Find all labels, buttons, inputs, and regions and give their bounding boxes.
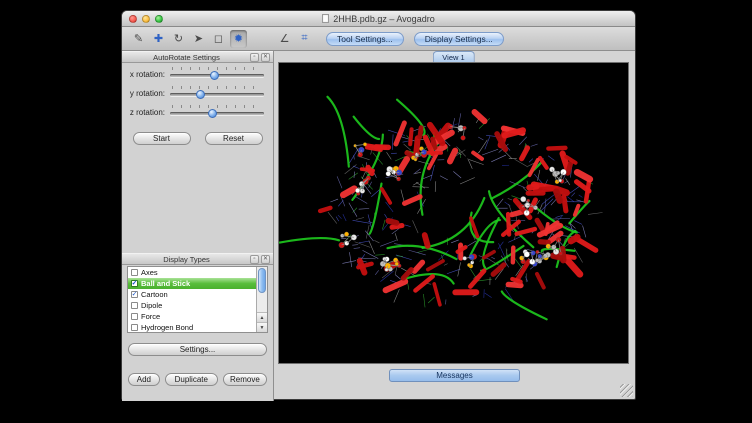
- traffic-lights: [129, 15, 163, 23]
- list-item-label: Axes: [141, 268, 158, 277]
- autorotate-panel-title: AutoRotate Settings: [125, 53, 248, 62]
- list-item-force[interactable]: Force: [128, 311, 256, 322]
- display-settings-button[interactable]: Display Settings...: [414, 32, 504, 46]
- y-rotation-row: y rotation:: [122, 85, 273, 101]
- display-types-panel: Display Types ▫ ✕ Axes ✓ Ball and Stick: [122, 253, 273, 333]
- panel-close-icon[interactable]: ✕: [261, 255, 270, 264]
- zoom-button[interactable]: [155, 15, 163, 23]
- slider-ticks: [172, 86, 262, 89]
- selection-tool-icon[interactable]: ◻: [210, 30, 227, 48]
- reset-button[interactable]: Reset: [205, 132, 263, 145]
- window-title-text: 2HHB.pdb.gz – Avogadro: [333, 14, 434, 24]
- document-icon: [322, 14, 329, 23]
- bond-centric-tool-icon[interactable]: ↻: [170, 30, 187, 48]
- add-button[interactable]: Add: [128, 373, 160, 386]
- scrollbar-thumb[interactable]: [258, 268, 266, 293]
- axes-checkbox[interactable]: [131, 269, 138, 276]
- scroll-down-icon[interactable]: ▼: [257, 322, 267, 332]
- slider-ticks: [172, 67, 262, 70]
- display-types-list: Axes ✓ Ball and Stick ✓ Cartoon Dipol: [127, 266, 268, 333]
- desktop-background: 2HHB.pdb.gz – Avogadro ✎ ✚ ↻ ➤ ◻ ✹ ∠ ⌗ T…: [0, 0, 752, 423]
- panel-float-icon[interactable]: ▫: [250, 255, 259, 264]
- y-rotation-slider-thumb[interactable]: [196, 90, 205, 99]
- x-rotation-row: x rotation:: [122, 66, 273, 82]
- list-item-hydrogen-bond[interactable]: Hydrogen Bond: [128, 322, 256, 333]
- force-checkbox[interactable]: [131, 313, 138, 320]
- title-bar[interactable]: 2HHB.pdb.gz – Avogadro: [122, 11, 635, 27]
- avogadro-window: 2HHB.pdb.gz – Avogadro ✎ ✚ ↻ ➤ ◻ ✹ ∠ ⌗ T…: [121, 10, 636, 400]
- remove-button[interactable]: Remove: [223, 373, 267, 386]
- slider-track: [170, 93, 264, 96]
- y-rotation-slider[interactable]: [170, 86, 264, 100]
- list-item-cartoon[interactable]: ✓ Cartoon: [128, 289, 256, 300]
- list-item-label: Hydrogen Bond: [141, 323, 193, 332]
- window-title: 2HHB.pdb.gz – Avogadro: [322, 14, 434, 24]
- start-button[interactable]: Start: [133, 132, 191, 145]
- list-item-label: Dipole: [141, 301, 162, 310]
- hydrogen-bond-checkbox[interactable]: [131, 324, 138, 331]
- align-tool-icon[interactable]: ⌗: [296, 30, 313, 48]
- minimize-button[interactable]: [142, 15, 150, 23]
- y-rotation-label: y rotation:: [126, 89, 170, 98]
- list-item-axes[interactable]: Axes: [128, 267, 256, 278]
- list-scrollbar[interactable]: ▲ ▼: [256, 267, 267, 332]
- z-rotation-slider-thumb[interactable]: [208, 109, 217, 118]
- panel-float-icon[interactable]: ▫: [250, 53, 259, 62]
- manipulate-tool-icon[interactable]: ➤: [190, 30, 207, 48]
- viewport-area: View 1: [278, 51, 629, 364]
- auto-rotate-tool-icon[interactable]: ✹: [230, 30, 247, 48]
- draw-tool-icon[interactable]: ✎: [130, 30, 147, 48]
- navigate-tool-icon[interactable]: ✚: [150, 30, 167, 48]
- sidebar: AutoRotate Settings ▫ ✕ x rotation: y ro…: [122, 51, 274, 401]
- z-rotation-label: z rotation:: [126, 108, 170, 117]
- close-button[interactable]: [129, 15, 137, 23]
- duplicate-button[interactable]: Duplicate: [165, 373, 218, 386]
- resize-grip[interactable]: [620, 384, 633, 397]
- measure-tool-icon[interactable]: ∠: [276, 30, 293, 48]
- panel-close-icon[interactable]: ✕: [261, 53, 270, 62]
- molecule-render[interactable]: [279, 63, 628, 363]
- display-types-panel-header[interactable]: Display Types ▫ ✕: [122, 253, 273, 265]
- z-rotation-row: z rotation:: [122, 104, 273, 120]
- scrollbar-buttons: ▲ ▼: [257, 312, 267, 332]
- list-item-dipole[interactable]: Dipole: [128, 300, 256, 311]
- cartoon-checkbox[interactable]: ✓: [131, 291, 138, 298]
- x-rotation-slider-thumb[interactable]: [210, 71, 219, 80]
- autorotate-buttons: Start Reset: [122, 132, 273, 145]
- main-toolbar: ✎ ✚ ↻ ➤ ◻ ✹ ∠ ⌗ Tool Settings... Display…: [122, 27, 635, 51]
- settings-button[interactable]: Settings...: [128, 343, 267, 356]
- molecule-canvas[interactable]: [278, 62, 629, 364]
- display-types-panel-title: Display Types: [125, 255, 248, 264]
- list-item-label: Ball and Stick: [141, 279, 190, 288]
- display-types-rows: Axes ✓ Ball and Stick ✓ Cartoon Dipol: [128, 267, 256, 333]
- list-item-label: Force: [141, 312, 160, 321]
- slider-ticks: [172, 105, 262, 108]
- ball-and-stick-checkbox[interactable]: ✓: [131, 280, 138, 287]
- autorotate-panel-header[interactable]: AutoRotate Settings ▫ ✕: [122, 51, 273, 63]
- x-rotation-label: x rotation:: [126, 70, 170, 79]
- messages-button[interactable]: Messages: [389, 369, 520, 382]
- x-rotation-slider[interactable]: [170, 67, 264, 81]
- z-rotation-slider[interactable]: [170, 105, 264, 119]
- tool-settings-button[interactable]: Tool Settings...: [326, 32, 404, 46]
- display-types-actions: Add Duplicate Remove: [128, 373, 267, 386]
- tab-view-1[interactable]: View 1: [432, 51, 474, 62]
- list-item-label: Cartoon: [141, 290, 168, 299]
- scroll-up-icon[interactable]: ▲: [257, 312, 267, 322]
- dipole-checkbox[interactable]: [131, 302, 138, 309]
- list-item-ball-and-stick[interactable]: ✓ Ball and Stick: [128, 278, 256, 289]
